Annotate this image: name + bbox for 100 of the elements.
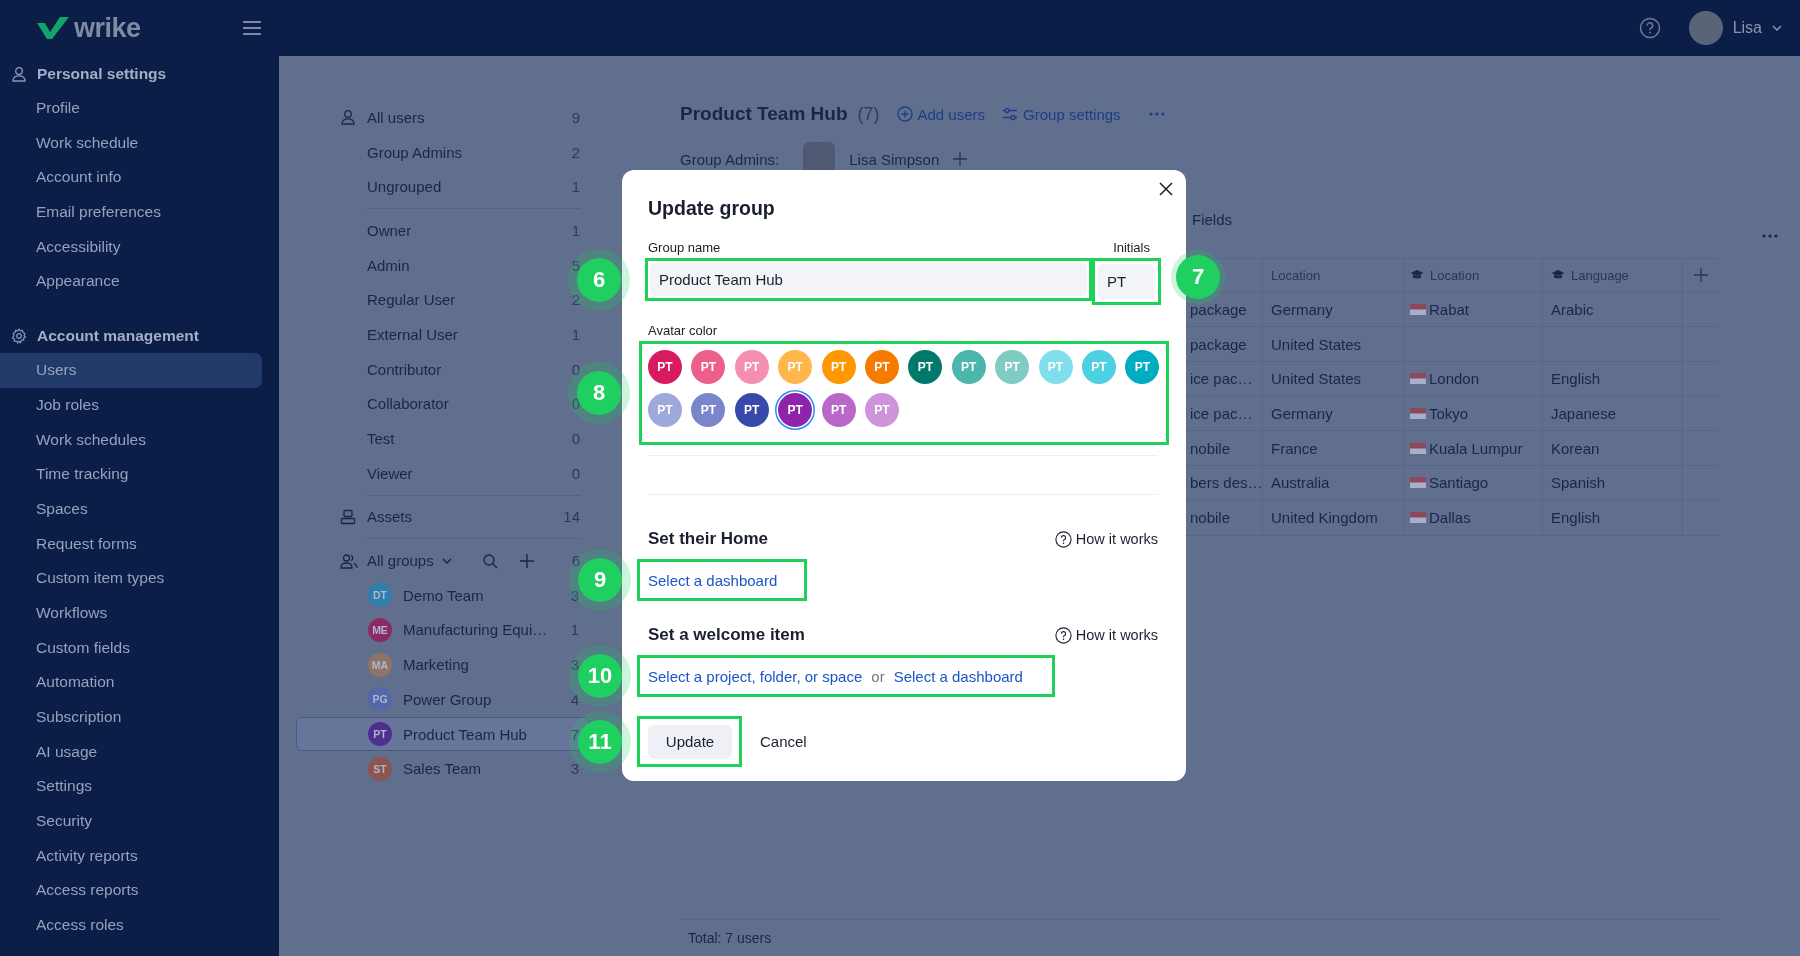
color-swatch[interactable]: PT	[821, 350, 856, 384]
update-button[interactable]: Update	[648, 724, 732, 759]
table-cell: Korean	[1551, 439, 1600, 457]
plus-icon[interactable]	[953, 152, 968, 166]
groups-dropdown[interactable]: All groups	[367, 552, 434, 570]
column-header[interactable]: Location	[1271, 267, 1321, 283]
sidebar-item[interactable]: Users	[0, 353, 262, 388]
group-name-field[interactable]: Product Team Hub	[650, 263, 1088, 296]
user-filter-item[interactable]: Admin	[367, 256, 410, 274]
field-label: Avatar color	[648, 323, 719, 338]
table-cell: nobile	[1190, 439, 1231, 457]
more-icon[interactable]	[1148, 112, 1165, 116]
color-swatch[interactable]: PT	[734, 393, 769, 428]
table-cell: English	[1551, 370, 1601, 388]
add-column-icon[interactable]	[1693, 268, 1708, 283]
caret-icon[interactable]	[441, 557, 452, 564]
help-link[interactable]: How it works	[1054, 626, 1158, 644]
color-swatch[interactable]: PT	[648, 393, 682, 428]
color-swatch[interactable]: PT	[734, 350, 769, 384]
settings-icon	[11, 327, 27, 344]
project-link[interactable]: Select a project, folder, or space	[648, 667, 863, 685]
help-icon[interactable]	[1638, 17, 1661, 39]
color-swatch[interactable]: PT	[778, 393, 813, 428]
user-filter-item[interactable]: Assets	[367, 508, 412, 526]
column-header[interactable]: Language	[1551, 267, 1629, 283]
field-label: Group name	[648, 240, 721, 255]
user-name[interactable]: Lisa	[1732, 19, 1762, 37]
group-avatar: PT	[368, 722, 392, 747]
sidebar-item[interactable]: Custom item types	[0, 561, 262, 596]
color-swatch[interactable]: PT	[951, 350, 986, 384]
user-filter-item[interactable]: Group Admins	[367, 143, 463, 161]
sidebar-item[interactable]: Time tracking	[0, 457, 262, 492]
flag-icon	[1410, 512, 1426, 524]
sidebar-item[interactable]: Security	[0, 804, 262, 839]
sidebar-item[interactable]: AI usage	[0, 734, 262, 770]
table-cell: France	[1271, 439, 1318, 457]
sidebar-item[interactable]: Workflows	[0, 595, 262, 631]
sidebar-item[interactable]: Job roles	[0, 387, 262, 423]
admin-name[interactable]: Lisa Simpson	[849, 150, 940, 168]
section-title: Set their Home	[648, 529, 768, 549]
user-filter-item[interactable]: Viewer	[367, 464, 413, 482]
help-link[interactable]: How it works	[1054, 530, 1158, 548]
user-filter-item[interactable]: Contributor	[367, 360, 442, 378]
group-title: Product Team Hub	[680, 103, 848, 125]
sidebar-item[interactable]: Activity reports	[0, 838, 262, 874]
person-icon	[340, 109, 356, 126]
close-icon[interactable]	[1159, 182, 1173, 196]
sidebar-item[interactable]: Work schedule	[0, 125, 262, 161]
color-swatch[interactable]: PT	[691, 393, 726, 428]
caret-icon[interactable]	[1772, 25, 1782, 31]
search-icon[interactable]	[481, 552, 498, 569]
sidebar-item[interactable]: Work schedules	[0, 422, 262, 458]
photo-placeholder[interactable]	[1688, 11, 1723, 45]
logo-text: wrike	[74, 12, 141, 44]
dashboard-link[interactable]: Select a dashboard	[893, 667, 1023, 685]
header-link[interactable]: Group settings	[1002, 105, 1121, 123]
table-cell: English	[1551, 509, 1601, 527]
color-swatch[interactable]: PT	[648, 350, 682, 384]
table-cell: ice pac…	[1190, 370, 1253, 388]
cancel-button[interactable]: Cancel	[754, 732, 813, 751]
more-icon[interactable]	[1762, 234, 1778, 238]
user-filter-item[interactable]: Owner	[367, 221, 412, 239]
callout-badge: 11	[578, 719, 622, 764]
sidebar-item[interactable]: Profile	[0, 91, 262, 126]
callout-badge: 8	[577, 371, 621, 415]
user-filter-item[interactable]: External User	[367, 325, 458, 343]
user-filter-item[interactable]: Collaborator	[367, 395, 449, 413]
color-swatch[interactable]: PT	[864, 393, 899, 428]
sidebar-item[interactable]: Settings	[0, 769, 262, 805]
user-filter-item[interactable]: Ungrouped	[367, 178, 442, 196]
color-swatch[interactable]: PT	[691, 350, 726, 384]
sidebar-item[interactable]: Account info	[0, 160, 262, 196]
user-filter-item[interactable]: Regular User	[367, 291, 456, 309]
table-cell: Rabat	[1410, 301, 1470, 319]
plus-icon[interactable]	[519, 553, 534, 568]
user-filter-item[interactable]: All users	[367, 108, 425, 126]
menu-icon[interactable]	[243, 21, 261, 35]
header-link[interactable]: Add users	[896, 105, 986, 123]
sidebar-item[interactable]: Email preferences	[0, 195, 262, 230]
sidebar-item[interactable]: Access reports	[0, 873, 262, 909]
initials-field[interactable]: PT	[1098, 264, 1155, 299]
color-swatch[interactable]: PT	[908, 350, 943, 384]
sidebar-item[interactable]: Subscription	[0, 700, 262, 735]
table-cell: United Kingdom	[1271, 509, 1378, 527]
sidebar-item[interactable]: Accessibility	[0, 229, 262, 265]
sidebar-item[interactable]: Appearance	[0, 264, 262, 300]
color-swatch[interactable]: PT	[821, 393, 856, 428]
sidebar-item[interactable]: Automation	[0, 665, 262, 700]
sidebar-item[interactable]: Access roles	[0, 908, 262, 943]
group-avatar: MA	[368, 652, 392, 677]
color-swatch[interactable]: PT	[1125, 350, 1160, 384]
sidebar-item[interactable]: Spaces	[0, 491, 262, 527]
user-filter-item[interactable]: Test	[367, 430, 395, 448]
tab[interactable]: Fields	[1192, 210, 1232, 228]
column-header[interactable]: Location	[1410, 267, 1480, 283]
sidebar-item[interactable]: Request forms	[0, 526, 262, 562]
sidebar-item[interactable]: Custom fields	[0, 630, 262, 666]
table-cell: Spanish	[1551, 474, 1606, 492]
color-swatch[interactable]: PT	[864, 350, 899, 384]
table-cell: Dallas	[1410, 509, 1471, 527]
